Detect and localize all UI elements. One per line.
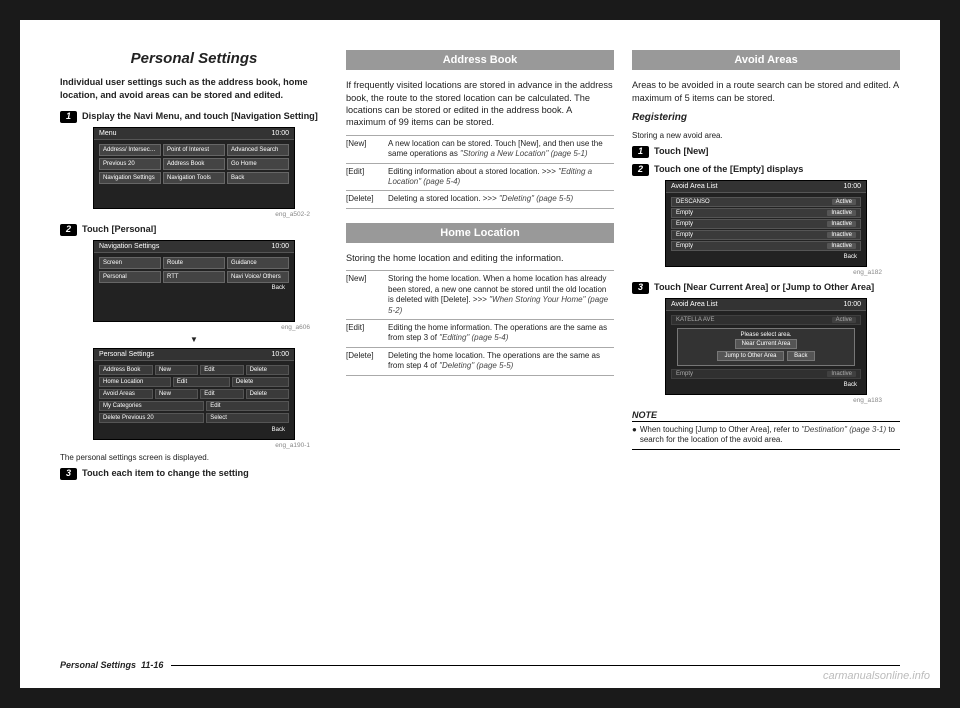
- column-2: Address Book If frequently visited locat…: [346, 50, 614, 484]
- screenshot-personal-settings: Personal Settings10:00 Address BookNewEd…: [93, 348, 295, 440]
- section-avoid-areas: Avoid Areas: [632, 50, 900, 70]
- step-number: 3: [60, 468, 77, 480]
- step-number: 1: [632, 146, 649, 158]
- step-2: 2 Touch [Personal]: [60, 224, 328, 236]
- subheading-registering: Registering: [632, 112, 900, 123]
- step-text: Touch each item to change the setting: [82, 468, 249, 480]
- bullet-icon: ●: [632, 425, 637, 446]
- screenshot-navi-menu: Menu10:00 Address/ Intersection Point of…: [93, 127, 295, 209]
- step-text: Touch [Near Current Area] or [Jump to Ot…: [654, 282, 874, 294]
- column-3: Avoid Areas Areas to be avoided in a rou…: [632, 50, 900, 484]
- popup-dialog: Please select area. Near Current Area Ju…: [677, 328, 855, 366]
- page-title: Personal Settings: [60, 50, 328, 67]
- section-text: Areas to be avoided in a route search ca…: [632, 79, 900, 104]
- note-body: ● When touching [Jump to Other Area], re…: [632, 422, 900, 450]
- footer-title: Personal Settings: [60, 660, 136, 670]
- step-3: 3 Touch [Near Current Area] or [Jump to …: [632, 282, 900, 294]
- screenshot-nav-settings: Navigation Settings10:00 Screen Route Gu…: [93, 240, 295, 322]
- column-1: Personal Settings Individual user settin…: [60, 50, 328, 484]
- step-text: Touch one of the [Empty] displays: [654, 164, 803, 176]
- figure-caption: eng_a190-1: [60, 442, 328, 449]
- footer-page: 11-16: [141, 660, 163, 670]
- result-caption: The personal settings screen is displaye…: [60, 453, 328, 462]
- step-1: 1 Display the Navi Menu, and touch [Navi…: [60, 111, 328, 123]
- intro-text: Individual user settings such as the add…: [60, 76, 328, 101]
- step-text: Touch [New]: [654, 146, 708, 158]
- section-text: If frequently visited locations are stor…: [346, 79, 614, 129]
- down-arrow-icon: ▼: [60, 335, 328, 344]
- table-home-location: [New]Storing the home location. When a h…: [346, 270, 614, 375]
- step-1: 1 Touch [New]: [632, 146, 900, 158]
- sub-text: Storing a new avoid area.: [632, 131, 900, 140]
- section-text: Storing the home location and editing th…: [346, 252, 614, 264]
- step-text: Touch [Personal]: [82, 224, 156, 236]
- step-number: 3: [632, 282, 649, 294]
- section-home-location: Home Location: [346, 223, 614, 243]
- section-address-book: Address Book: [346, 50, 614, 70]
- figure-caption: eng_a182: [632, 269, 900, 276]
- step-text: Display the Navi Menu, and touch [Naviga…: [82, 111, 318, 123]
- manual-page: Personal Settings Individual user settin…: [20, 20, 940, 688]
- step-2: 2 Touch one of the [Empty] displays: [632, 164, 900, 176]
- step-number: 2: [632, 164, 649, 176]
- step-number: 2: [60, 224, 77, 236]
- page-footer: Personal Settings 11-16: [60, 660, 900, 670]
- footer-rule: [171, 665, 900, 666]
- step-number: 1: [60, 111, 77, 123]
- step-3: 3 Touch each item to change the setting: [60, 468, 328, 480]
- figure-caption: eng_a606: [60, 324, 328, 331]
- watermark: carmanualsonline.info: [823, 670, 930, 682]
- figure-caption: eng_a502-2: [60, 211, 328, 218]
- note-heading: NOTE: [632, 410, 900, 422]
- screenshot-avoid-list: Avoid Area List10:00 DESCANSOActive Empt…: [665, 180, 867, 267]
- screenshot-avoid-popup: Avoid Area List10:00 KATELLA AVEActive P…: [665, 298, 867, 395]
- table-address-book: [New]A new location can be stored. Touch…: [346, 135, 614, 209]
- figure-caption: eng_a183: [632, 397, 900, 404]
